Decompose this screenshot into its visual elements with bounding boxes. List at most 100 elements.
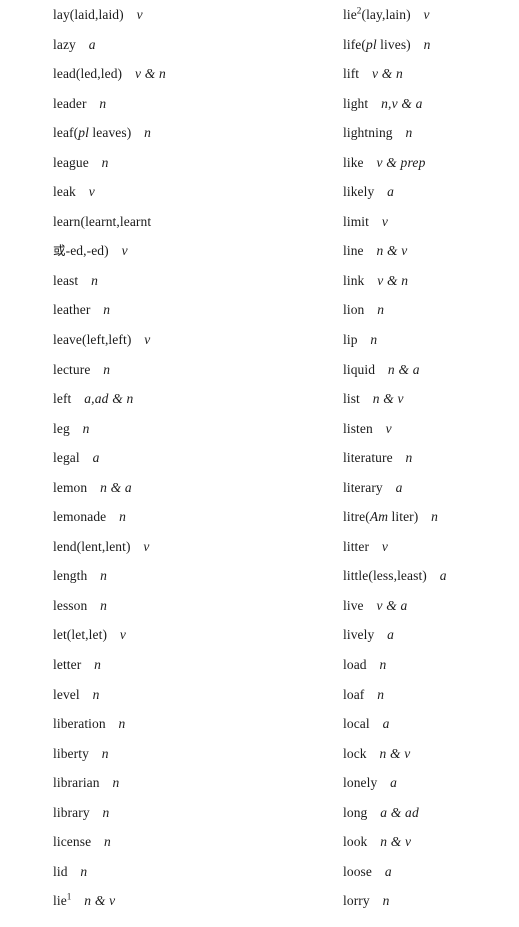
part-of-speech: n bbox=[101, 745, 109, 761]
word-entry: list n & v bbox=[343, 384, 519, 414]
word-headword: liberation bbox=[53, 716, 106, 732]
word-entry: leader n bbox=[53, 89, 323, 119]
part-of-speech: v bbox=[381, 538, 389, 554]
word-entry: lie1 n & v bbox=[53, 886, 323, 916]
part-of-speech: n bbox=[103, 302, 111, 318]
word-headword: librarian bbox=[53, 775, 100, 791]
part-of-speech: n & v bbox=[376, 243, 408, 259]
part-of-speech: n bbox=[112, 775, 120, 791]
word-headword: lift bbox=[343, 66, 360, 82]
part-of-speech: v & n bbox=[377, 272, 409, 288]
word-entry: lorry n bbox=[343, 886, 519, 916]
word-list-column-left: lay(laid,laid) v lazy a lead(led,led) v & n le… bbox=[53, 0, 323, 916]
part-of-speech: n bbox=[100, 597, 108, 613]
word-headword: lively bbox=[343, 627, 375, 643]
word-headword: letter bbox=[53, 657, 82, 673]
part-of-speech: n & a bbox=[100, 479, 132, 495]
word-entry: liberty n bbox=[53, 739, 323, 769]
word-headword: look bbox=[343, 834, 368, 850]
word-entry: lemon n & a bbox=[53, 473, 323, 503]
word-headword: listen bbox=[343, 420, 373, 436]
word-headword: loose bbox=[343, 863, 372, 879]
word-entry: long a & ad bbox=[343, 798, 519, 828]
part-of-speech: n bbox=[370, 332, 378, 348]
word-entry: librarian n bbox=[53, 768, 323, 798]
word-headword: lesson bbox=[53, 597, 88, 613]
word-entry: little(less,least) a bbox=[343, 561, 519, 591]
part-of-speech: v bbox=[385, 420, 392, 436]
word-headword: library bbox=[53, 804, 90, 820]
word-headword: leave(left,left) bbox=[53, 332, 132, 348]
word-headword: like bbox=[343, 154, 364, 170]
part-of-speech: n bbox=[101, 154, 109, 170]
word-entry: letter n bbox=[53, 650, 323, 680]
word-entry: local a bbox=[343, 709, 519, 739]
word-entry: level n bbox=[53, 680, 323, 710]
word-headword: leg bbox=[53, 420, 70, 436]
part-of-speech: a bbox=[387, 627, 395, 643]
word-headword: litre(Am liter) bbox=[343, 509, 419, 525]
word-headword: learn(learnt,learnt bbox=[53, 213, 152, 229]
word-headword: little(less,least) bbox=[343, 568, 427, 584]
word-entry: lift v & n bbox=[343, 59, 519, 89]
word-headword: likely bbox=[343, 184, 375, 200]
word-headword: lip bbox=[343, 332, 358, 348]
word-entry: legal a bbox=[53, 443, 323, 473]
part-of-speech: v & prep bbox=[376, 154, 426, 170]
word-entry: litter v bbox=[343, 532, 519, 562]
word-entry: lazy a bbox=[53, 30, 323, 60]
part-of-speech: n bbox=[405, 450, 413, 466]
word-entry: literature n bbox=[343, 443, 519, 473]
homograph-superscript: 2 bbox=[356, 5, 362, 16]
word-entry: liberation n bbox=[53, 709, 323, 739]
word-entry: lend(lent,lent) v bbox=[53, 532, 323, 562]
part-of-speech: a bbox=[439, 568, 447, 584]
homograph-superscript: 1 bbox=[66, 891, 72, 902]
word-headword: 或-ed,-ed) bbox=[53, 243, 109, 259]
word-entry: let(let,let) v bbox=[53, 620, 323, 650]
part-of-speech: n bbox=[119, 509, 127, 525]
word-headword: life(pl lives) bbox=[343, 36, 411, 52]
word-headword: liberty bbox=[53, 745, 89, 761]
word-entry: lion n bbox=[343, 295, 519, 325]
inline-italic-label: pl bbox=[78, 125, 89, 141]
part-of-speech: n bbox=[80, 863, 88, 879]
part-of-speech: n & v bbox=[372, 391, 404, 407]
word-headword: league bbox=[53, 154, 89, 170]
part-of-speech: a bbox=[92, 450, 100, 466]
word-headword: lemon bbox=[53, 479, 88, 495]
word-headword: leader bbox=[53, 95, 87, 111]
word-entry: league n bbox=[53, 148, 323, 178]
word-entry: leg n bbox=[53, 414, 323, 444]
part-of-speech: v bbox=[381, 213, 389, 229]
word-headword: limit bbox=[343, 213, 370, 229]
word-entry: leak v bbox=[53, 177, 323, 207]
part-of-speech: n bbox=[82, 420, 90, 436]
word-entry: liquid n & a bbox=[343, 355, 519, 385]
word-list-column-right: lie2(lay,lain) v life(pl lives) n lift v & nl… bbox=[343, 0, 519, 916]
part-of-speech: v bbox=[143, 538, 150, 554]
word-headword: length bbox=[53, 568, 88, 584]
word-headword: link bbox=[343, 272, 365, 288]
part-of-speech: n bbox=[382, 893, 390, 909]
word-headword: lemonade bbox=[53, 509, 107, 525]
part-of-speech: n bbox=[100, 568, 108, 584]
word-entry: lecture n bbox=[53, 355, 323, 385]
word-entry: library n bbox=[53, 798, 323, 828]
word-entry: literary a bbox=[343, 473, 519, 503]
part-of-speech: n bbox=[405, 125, 413, 141]
word-entry: lip n bbox=[343, 325, 519, 355]
inline-italic-label: Am bbox=[369, 509, 389, 525]
word-entry: lesson n bbox=[53, 591, 323, 621]
part-of-speech: n bbox=[377, 302, 385, 318]
part-of-speech: n & v bbox=[379, 745, 411, 761]
word-entry: limit v bbox=[343, 207, 519, 237]
word-headword: lead(led,led) bbox=[53, 66, 123, 82]
part-of-speech: n bbox=[92, 686, 100, 702]
word-entry: line n & v bbox=[343, 236, 519, 266]
word-headword: litter bbox=[343, 538, 370, 554]
word-entry: live v & a bbox=[343, 591, 519, 621]
part-of-speech: v bbox=[88, 184, 95, 200]
word-entry: left a,ad & n bbox=[53, 384, 323, 414]
part-of-speech: v & n bbox=[134, 66, 166, 82]
